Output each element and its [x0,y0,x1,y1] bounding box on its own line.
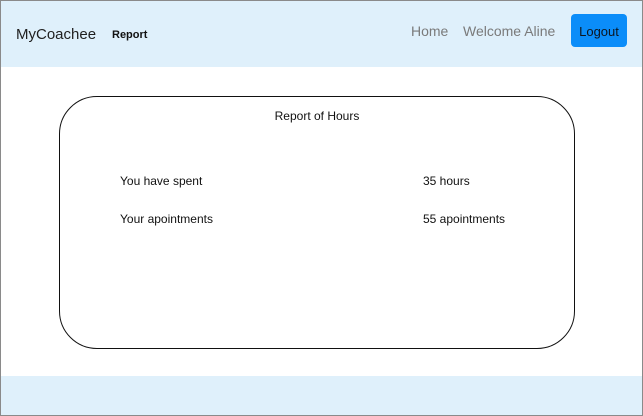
appointments-label: Your apointments [120,212,213,226]
report-title: Report of Hours [274,109,360,123]
top-navbar: MyCoachee Report Home Welcome Aline Logo… [1,1,642,67]
hours-spent-label: You have spent [120,174,203,188]
nav-report-link[interactable]: Report [112,29,147,41]
logout-button[interactable]: Logout [571,14,627,47]
hours-spent-value: 35 hours [423,174,470,188]
app-window: MyCoachee Report Home Welcome Aline Logo… [0,0,643,416]
footer-bar [1,376,642,415]
brand-title[interactable]: MyCoachee [16,26,96,43]
report-card: Report of Hours You have spent 35 hours … [59,96,575,349]
welcome-user-text: Welcome Aline [463,23,556,39]
appointments-value: 55 apointments [423,212,506,226]
nav-home-link[interactable]: Home [411,23,448,39]
